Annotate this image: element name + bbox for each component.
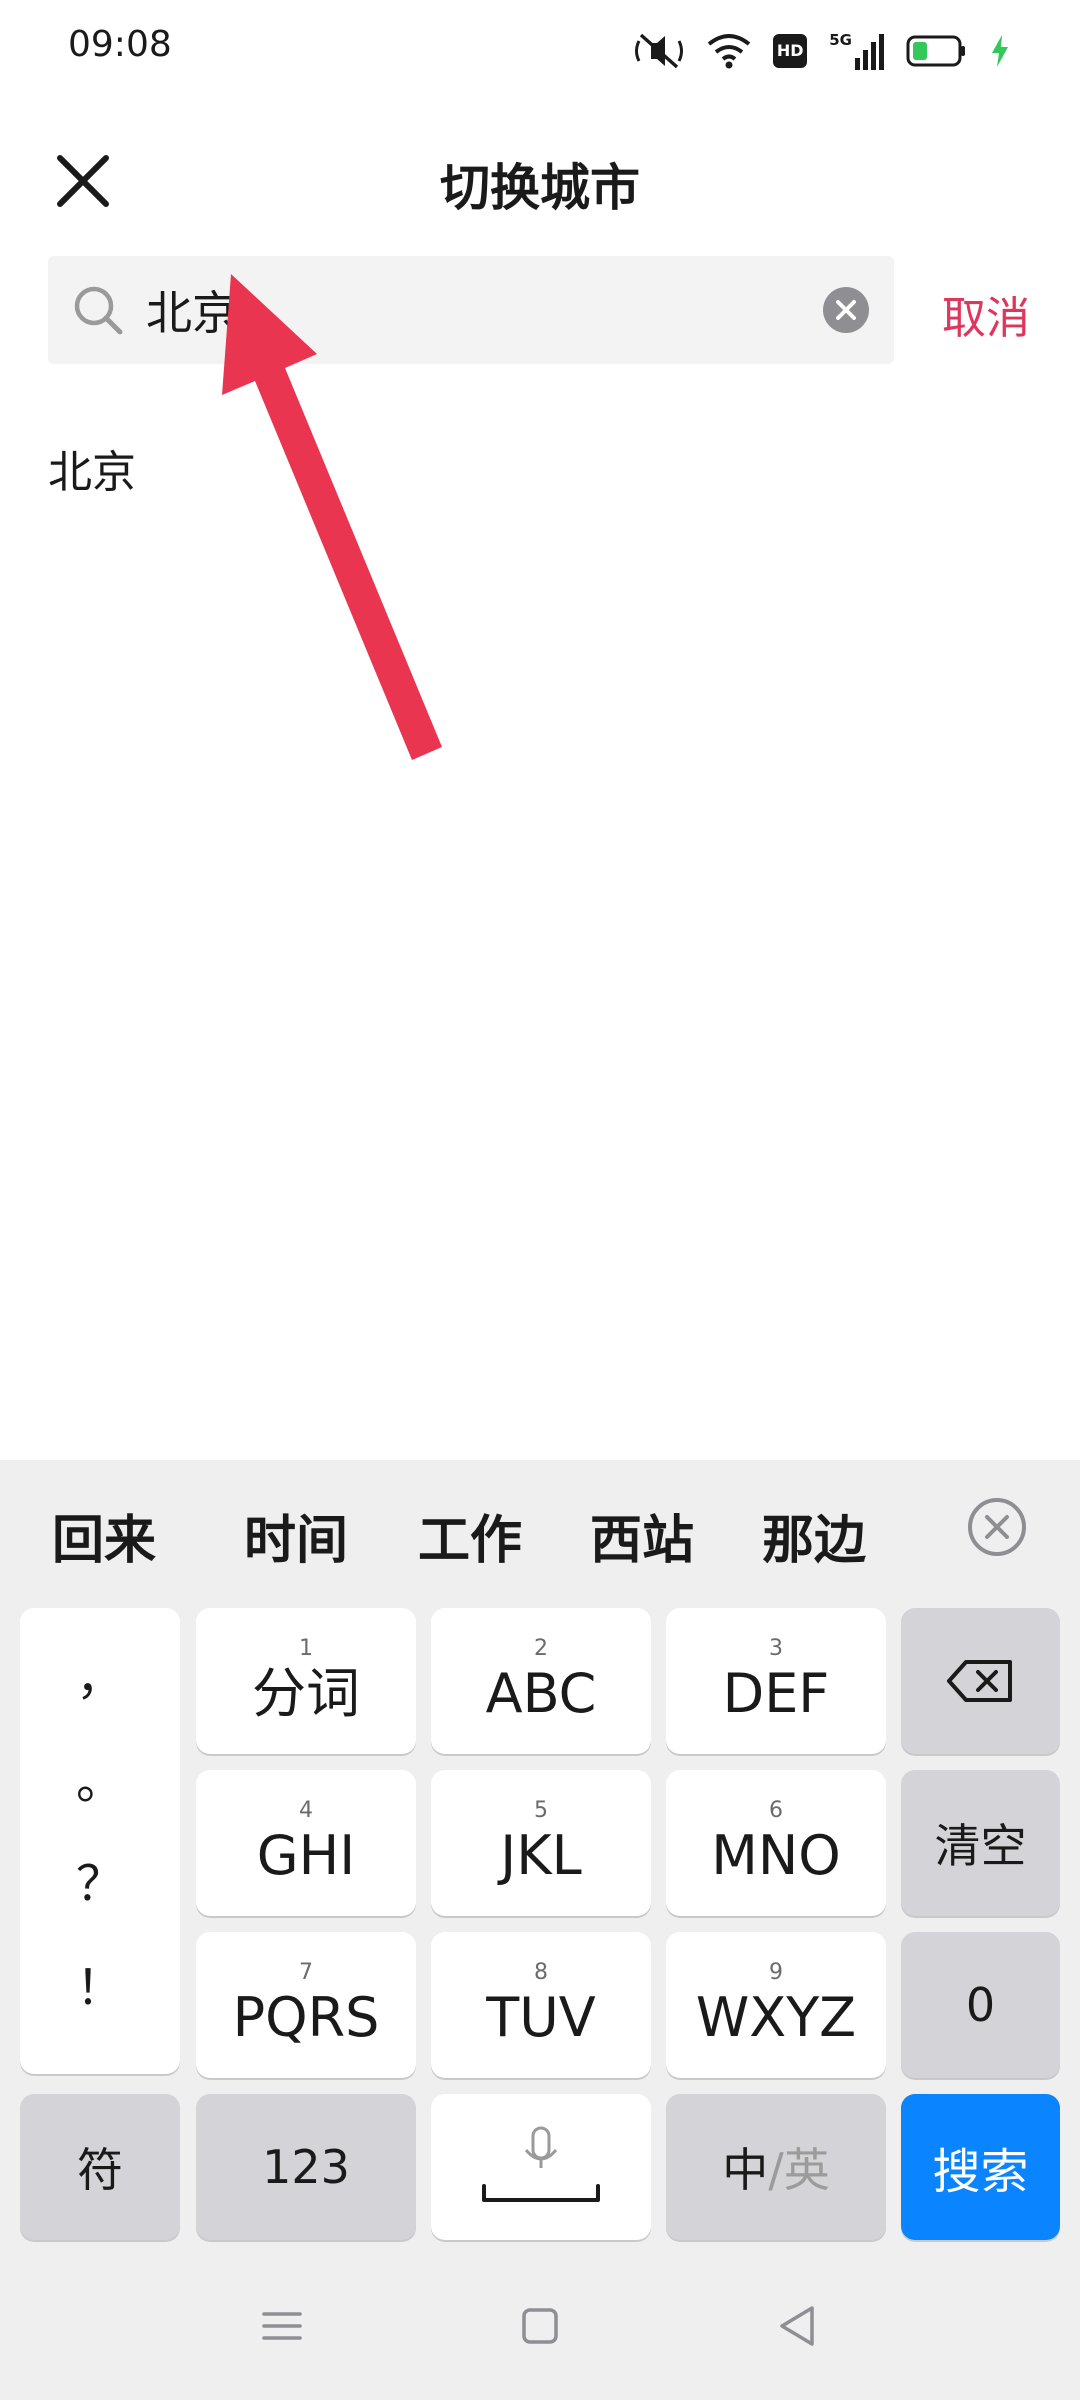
status-bar: 09:08 HD 5G <box>0 0 1080 100</box>
key-label: 分词 <box>252 1662 360 1725</box>
key-num: 1 <box>299 1636 313 1661</box>
symbol-key[interactable]: 符 <box>20 2094 180 2240</box>
key-label: MNO <box>711 1824 841 1887</box>
key-0[interactable]: 0 <box>901 1932 1060 2078</box>
clear-search-icon[interactable] <box>822 286 870 334</box>
wifi-icon <box>707 32 751 70</box>
punct-period[interactable]: 。 <box>20 1742 180 1812</box>
symbol-key-label: 符 <box>77 2143 123 2197</box>
candidate-bar: 回来 时间 工作 西站 那边 <box>0 1460 1080 1590</box>
navigation-bar <box>0 2256 1080 2400</box>
backspace-icon <box>946 1660 1012 1702</box>
search-icon <box>74 286 123 335</box>
clear-key-label: 清空 <box>934 1819 1027 1873</box>
key-label: PQRS <box>232 1986 380 2049</box>
key-num: 6 <box>769 1798 783 1823</box>
key-num: 4 <box>299 1798 313 1823</box>
clear-key[interactable]: 清空 <box>901 1770 1060 1916</box>
candidate-5[interactable]: 那边 <box>762 1498 866 1573</box>
key-4[interactable]: 4 GHI <box>196 1770 416 1916</box>
key-num: 8 <box>534 1960 548 1985</box>
candidate-1[interactable]: 回来 <box>52 1498 156 1573</box>
zero-key-label: 0 <box>965 1978 996 2032</box>
space-key[interactable] <box>431 2094 651 2240</box>
language-toggle-label: 中/英 <box>722 2134 830 2200</box>
hd-label: HD <box>776 41 804 60</box>
search-key[interactable]: 搜索 <box>901 2094 1060 2240</box>
menu-icon[interactable] <box>252 2296 312 2356</box>
punct-question[interactable]: ？ <box>20 1844 180 1914</box>
status-time: 09:08 <box>68 24 172 65</box>
key-6[interactable]: 6 MNO <box>666 1770 886 1916</box>
punctuation-column[interactable]: ， 。 ？ ！ <box>20 1608 180 2074</box>
candidate-3[interactable]: 工作 <box>418 1498 522 1573</box>
lang-primary: 中 <box>722 2143 769 2197</box>
key-label: DEF <box>722 1662 830 1725</box>
punct-comma[interactable]: ， <box>20 1638 180 1708</box>
key-label: TUV <box>486 1986 596 2049</box>
lang-secondary: /英 <box>768 2143 830 2197</box>
candidate-2[interactable]: 时间 <box>244 1498 348 1573</box>
backspace-key[interactable] <box>901 1608 1060 1754</box>
search-box[interactable] <box>48 256 894 364</box>
key-num: 3 <box>769 1636 783 1661</box>
language-toggle-key[interactable]: 中/英 <box>666 2094 886 2240</box>
key-3[interactable]: 3 DEF <box>666 1608 886 1754</box>
key-8[interactable]: 8 TUV <box>431 1932 651 2078</box>
key-num: 9 <box>769 1960 783 1985</box>
back-icon[interactable] <box>768 2296 828 2356</box>
result-item[interactable]: 北京 <box>48 436 136 500</box>
numeric-key[interactable]: 123 <box>196 2094 416 2240</box>
search-key-label: 搜索 <box>932 2144 1029 2200</box>
key-5[interactable]: 5 JKL <box>431 1770 651 1916</box>
status-icons: HD 5G <box>633 26 1010 76</box>
charging-icon <box>990 33 1010 69</box>
microphone-space-icon <box>482 2126 600 2202</box>
network-label: 5G <box>829 31 852 49</box>
numeric-key-label: 123 <box>262 2140 350 2194</box>
home-icon[interactable] <box>510 2296 570 2356</box>
search-input[interactable] <box>146 276 746 344</box>
collapse-candidates-icon[interactable] <box>966 1496 1028 1558</box>
key-label: ABC <box>485 1662 597 1725</box>
mute-icon <box>633 31 685 71</box>
key-num: 7 <box>299 1960 313 1985</box>
battery-icon <box>906 34 968 68</box>
key-2[interactable]: 2 ABC <box>431 1608 651 1754</box>
key-num: 5 <box>534 1798 548 1823</box>
hd-icon: HD <box>773 34 808 68</box>
page-title: 切换城市 <box>440 159 640 217</box>
key-num: 2 <box>534 1636 548 1661</box>
key-label: JKL <box>500 1824 582 1887</box>
key-9[interactable]: 9 WXYZ <box>666 1932 886 2078</box>
key-1[interactable]: 1 分词 <box>196 1608 416 1754</box>
key-label: GHI <box>256 1824 356 1887</box>
punct-exclaim[interactable]: ！ <box>20 1948 180 2018</box>
header: 切换城市 <box>0 120 1080 240</box>
key-7[interactable]: 7 PQRS <box>196 1932 416 2078</box>
cancel-button[interactable]: 取消 <box>942 282 1030 346</box>
signal-5g-icon: 5G <box>829 32 884 70</box>
candidate-4[interactable]: 西站 <box>590 1498 694 1573</box>
key-label: WXYZ <box>695 1986 857 2049</box>
